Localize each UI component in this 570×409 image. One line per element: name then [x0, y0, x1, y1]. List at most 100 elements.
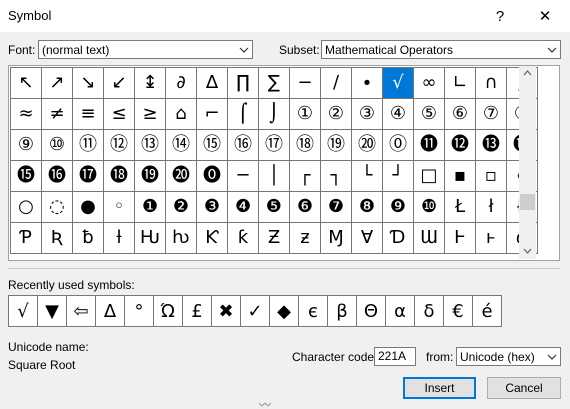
symbol-cell[interactable]: ▪ [445, 161, 476, 192]
symbol-cell[interactable]: ł [476, 192, 507, 223]
symbol-cell[interactable]: ⑯ [228, 130, 259, 161]
symbol-cell[interactable]: ❸ [197, 192, 228, 223]
symbol-cell[interactable]: Ƙ [197, 223, 228, 254]
symbol-cell[interactable]: ∙ [352, 68, 383, 99]
symbol-cell[interactable]: ⱶ [476, 223, 507, 254]
symbol-grid-scrollbar[interactable] [519, 66, 536, 259]
symbol-cell[interactable]: ⓯ [11, 161, 42, 192]
symbol-cell[interactable]: ⓱ [73, 161, 104, 192]
symbol-cell[interactable]: ⌂ [166, 99, 197, 130]
recent-symbol-cell[interactable]: β [328, 296, 357, 327]
scrollbar-thumb[interactable] [520, 194, 535, 210]
symbol-cell[interactable]: Ɐ [352, 223, 383, 254]
symbol-cell[interactable]: ≈ [11, 99, 42, 130]
symbol-cell[interactable]: Ƶ [259, 223, 290, 254]
symbol-cell[interactable]: Ƥ [11, 223, 42, 254]
recent-symbol-cell[interactable]: Ώ [154, 296, 183, 327]
symbol-cell[interactable]: ▫ [476, 161, 507, 192]
recent-symbol-cell[interactable]: ◆ [270, 296, 299, 327]
symbol-cell[interactable]: ⑱ [290, 130, 321, 161]
recent-symbol-cell[interactable]: Θ [357, 296, 386, 327]
symbol-cell[interactable]: ① [290, 99, 321, 130]
symbol-cell[interactable]: ─ [228, 161, 259, 192]
recent-symbols-grid[interactable]: √ ▼ ⇦ Δ ° Ώ £ ✖ ✓ ◆ є β Θα δ € é [8, 295, 502, 327]
symbol-cell[interactable]: ⓰ [42, 161, 73, 192]
symbol-cell[interactable]: ⓫ [414, 130, 445, 161]
recent-symbol-cell[interactable]: é [473, 296, 502, 327]
symbol-cell[interactable]: ③ [352, 99, 383, 130]
symbol-cell[interactable]: ❽ [352, 192, 383, 223]
recent-symbol-cell[interactable]: δ [415, 296, 444, 327]
recent-symbol-cell[interactable]: ° [125, 296, 154, 327]
symbol-cell[interactable]: ⓿ [197, 161, 228, 192]
symbol-cell[interactable]: ④ [383, 99, 414, 130]
subset-dropdown[interactable]: Mathematical Operators [321, 40, 561, 59]
symbol-cell[interactable]: ❿ [414, 192, 445, 223]
symbol-cell[interactable]: ⓬ [445, 130, 476, 161]
recent-symbol-cell[interactable]: ▼ [38, 296, 67, 327]
symbol-cell[interactable]: ○ [11, 192, 42, 223]
symbol-cell[interactable]: Ʀ [42, 223, 73, 254]
symbol-cell[interactable]: ∞ [414, 68, 445, 99]
help-button[interactable]: ? [482, 0, 518, 32]
character-code-input[interactable]: 221A [374, 347, 416, 366]
symbol-cell[interactable]: □ [414, 161, 445, 192]
symbol-cell[interactable]: ƚ [104, 223, 135, 254]
symbol-cell[interactable]: ↙ [104, 68, 135, 99]
symbol-cell[interactable]: ❺ [259, 192, 290, 223]
close-button[interactable]: ✕ [527, 0, 563, 32]
symbol-cell[interactable]: ⌡ [259, 99, 290, 130]
symbol-cell[interactable]: ↖ [11, 68, 42, 99]
symbol-cell[interactable]: ⑲ [321, 130, 352, 161]
symbol-cell[interactable]: ⑦ [476, 99, 507, 130]
recent-symbol-cell[interactable]: α [386, 296, 415, 327]
symbol-cell[interactable]: ↘ [73, 68, 104, 99]
symbol-cell[interactable]: ∏ [228, 68, 259, 99]
symbol-cell[interactable]: ❼ [321, 192, 352, 223]
symbol-cell[interactable]: ◌ [42, 192, 73, 223]
recent-symbol-cell[interactable]: ✓ [241, 296, 270, 327]
symbol-cell[interactable]: Ɯ [414, 223, 445, 254]
symbol-cell[interactable]: ⌐ [197, 99, 228, 130]
symbol-cell[interactable]: ❾ [383, 192, 414, 223]
symbol-grid[interactable]: ↖↗↘↙↨∂∆∏∑−∕∙√∞∟∩∫≈≠≡≤≥⌂⌐⌠⌡①②③④⑤⑥⑦⑧⑨⑩⑪⑫⑬⑭… [10, 67, 538, 254]
symbol-cell[interactable]: ∑ [259, 68, 290, 99]
insert-button[interactable]: Insert [403, 377, 476, 399]
symbol-cell[interactable]: ⑭ [166, 130, 197, 161]
symbol-cell[interactable]: ∂ [166, 68, 197, 99]
symbol-cell[interactable]: ⓪ [383, 130, 414, 161]
symbol-cell[interactable]: ◦ [104, 192, 135, 223]
symbol-cell[interactable]: ≤ [104, 99, 135, 130]
symbol-cell[interactable]: ⑨ [11, 130, 42, 161]
symbol-cell[interactable]: Ƕ [135, 223, 166, 254]
symbol-cell[interactable]: ⑩ [42, 130, 73, 161]
symbol-cell[interactable]: ● [73, 192, 104, 223]
symbol-cell[interactable]: Ⱶ [445, 223, 476, 254]
symbol-cell[interactable]: ƕ [166, 223, 197, 254]
symbol-cell[interactable]: ⑥ [445, 99, 476, 130]
recent-symbol-cell[interactable]: £ [183, 296, 212, 327]
recent-symbol-cell[interactable]: є [299, 296, 328, 327]
symbol-cell[interactable]: Ɗ [383, 223, 414, 254]
symbol-cell[interactable]: ┌ [290, 161, 321, 192]
symbol-cell[interactable]: ∩ [476, 68, 507, 99]
recent-symbol-cell[interactable]: ✖ [212, 296, 241, 327]
symbol-cell[interactable]: └ [352, 161, 383, 192]
cancel-button[interactable]: Cancel [487, 377, 561, 399]
symbol-cell[interactable]: ❹ [228, 192, 259, 223]
symbol-cell[interactable]: ⓲ [104, 161, 135, 192]
from-dropdown[interactable]: Unicode (hex) [456, 347, 561, 366]
symbol-cell[interactable]: ┐ [321, 161, 352, 192]
symbol-cell[interactable]: ∆ [197, 68, 228, 99]
symbol-cell[interactable]: ⑰ [259, 130, 290, 161]
symbol-cell[interactable]: √ [383, 68, 414, 99]
recent-symbol-cell[interactable]: Δ [96, 296, 125, 327]
symbol-cell[interactable]: ⓳ [135, 161, 166, 192]
symbol-cell[interactable]: ┘ [383, 161, 414, 192]
symbol-cell[interactable]: ❶ [135, 192, 166, 223]
recent-symbol-cell[interactable]: ⇦ [67, 296, 96, 327]
symbol-cell[interactable]: − [290, 68, 321, 99]
symbol-cell[interactable]: ≥ [135, 99, 166, 130]
symbol-cell[interactable]: ↗ [42, 68, 73, 99]
symbol-cell[interactable]: ≠ [42, 99, 73, 130]
